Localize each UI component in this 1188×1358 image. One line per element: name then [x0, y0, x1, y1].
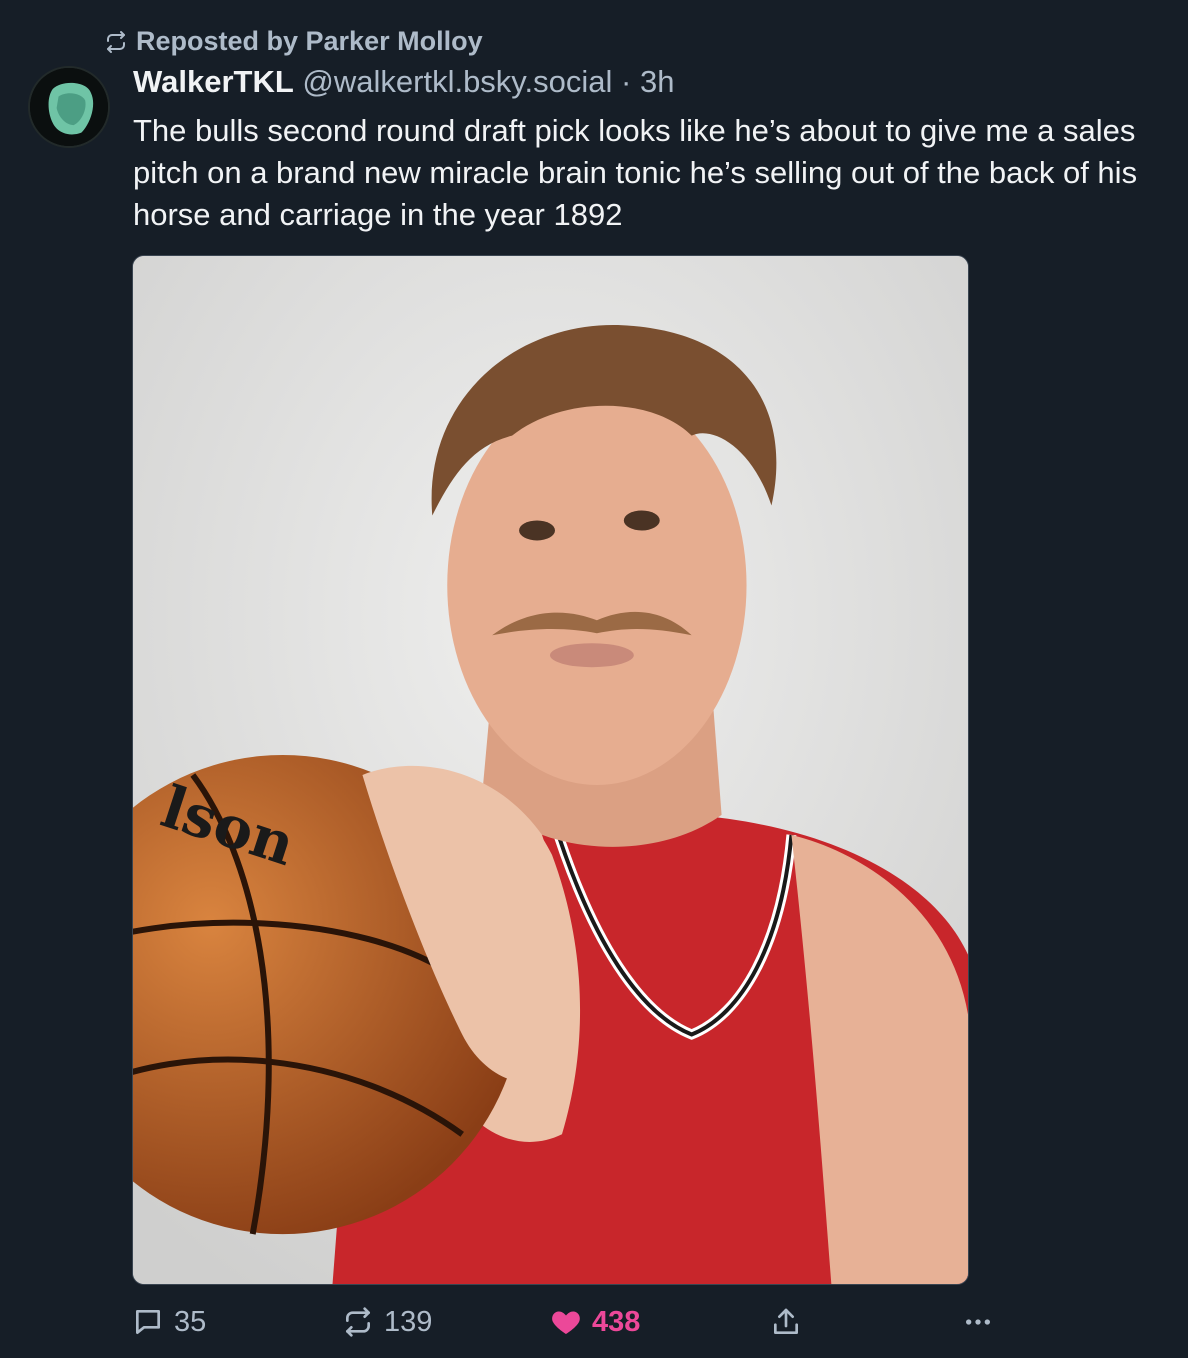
repost-label: Reposted by Parker Molloy: [136, 26, 483, 56]
like-button[interactable]: 438: [550, 1298, 640, 1346]
post-actions: 35 139 438: [132, 1298, 1002, 1346]
repost-count: 139: [384, 1305, 433, 1338]
like-count: 438: [592, 1305, 641, 1338]
repost-button[interactable]: 139: [342, 1298, 432, 1346]
separator-dot: ·: [621, 64, 632, 99]
repost-icon: [346, 1307, 370, 1337]
post-image[interactable]: lson: [132, 255, 969, 1285]
post-text: The bulls second round draft pick looks …: [133, 113, 1138, 232]
display-name[interactable]: WalkerTKL: [133, 64, 294, 99]
post-header: WalkerTKL @walkertkl.bsky.social · 3h: [133, 64, 674, 100]
reply-button[interactable]: 35: [132, 1298, 206, 1346]
timestamp[interactable]: 3h: [640, 64, 674, 99]
heart-icon: [552, 1311, 580, 1334]
handle[interactable]: @walkertkl.bsky.social: [302, 64, 612, 99]
post-card[interactable]: Reposted by Parker Molloy WalkerTKL @wal…: [0, 0, 1188, 1358]
share-button[interactable]: [770, 1298, 802, 1346]
avatar-image: [30, 68, 108, 146]
reply-count: 35: [174, 1305, 207, 1338]
repost-indicator[interactable]: Reposted by Parker Molloy: [104, 26, 483, 57]
more-options-button[interactable]: [962, 1298, 994, 1346]
repost-icon: [107, 30, 125, 53]
more-icon: [966, 1319, 990, 1325]
reply-icon: [136, 1310, 160, 1334]
share-icon: [774, 1308, 798, 1334]
avatar[interactable]: [28, 66, 110, 148]
